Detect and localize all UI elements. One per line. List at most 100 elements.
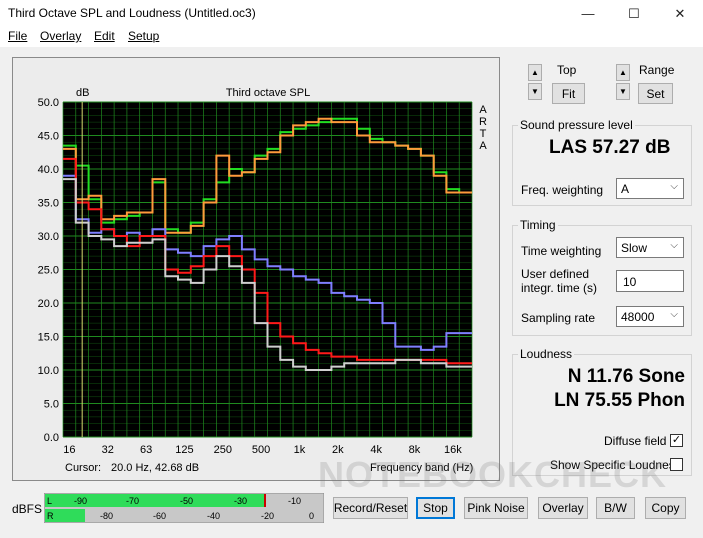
set-button[interactable]: Set <box>638 83 673 104</box>
menu-setup-label: Setup <box>128 29 160 43</box>
chevron-down-icon: ⌵ <box>670 240 678 251</box>
time-weighting-label: Time weighting <box>521 244 602 258</box>
minimize-icon: — <box>581 6 595 21</box>
sampling-rate-label: Sampling rate <box>521 311 596 325</box>
meter-l-tick: -30 <box>234 496 247 506</box>
meter-r-tick: -60 <box>153 511 166 521</box>
show-specific-checkbox[interactable] <box>670 458 683 471</box>
y-tick-label: 10.0 <box>38 365 59 377</box>
chart-right-letter-3: T <box>480 128 487 140</box>
minimize-button[interactable]: — <box>565 0 611 27</box>
top-up-button[interactable]: ▲ <box>528 64 542 81</box>
menu-edit-label: Edit <box>94 29 115 43</box>
y-tick-label: 0.0 <box>44 432 59 444</box>
x-tick-label: 2k <box>332 444 344 456</box>
y-tick-label: 5.0 <box>44 399 59 411</box>
x-tick-label: 125 <box>175 444 193 456</box>
freq-weighting-select[interactable]: A ⌵ <box>616 178 684 199</box>
level-meter: L R -90 -70 -50 -30 -10 -80 -60 -40 -20 0 <box>44 493 324 523</box>
chart-xlabel: Frequency band (Hz) <box>370 462 473 474</box>
sampling-rate-select[interactable]: 48000 ⌵ <box>616 306 684 327</box>
chart-title: Third octave SPL <box>226 87 310 99</box>
pink-noise-button[interactable]: Pink Noise <box>464 497 528 519</box>
y-tick-label: 15.0 <box>38 332 59 344</box>
spl-value: LAS 57.27 dB <box>549 137 671 158</box>
checkmark-icon: ✓ <box>671 434 682 446</box>
menu-setup[interactable]: Setup <box>128 29 159 43</box>
spl-group-title: Sound pressure level <box>518 118 635 132</box>
arrow-down-icon: ▼ <box>531 87 539 96</box>
spl-chart[interactable]: dB Third octave SPL A R T A 50.0 45.0 40.0… <box>13 58 501 482</box>
arrow-up-icon: ▲ <box>619 68 627 77</box>
x-tick-label: 16k <box>444 444 462 456</box>
x-tick-label: 63 <box>140 444 152 456</box>
x-tick-label: 250 <box>214 444 232 456</box>
x-tick-label: 500 <box>252 444 270 456</box>
menu-overlay[interactable]: Overlay <box>40 29 81 43</box>
freq-weighting-label: Freq. weighting <box>521 183 604 197</box>
fit-button[interactable]: Fit <box>552 83 585 104</box>
range-down-button[interactable]: ▼ <box>616 83 630 100</box>
loudness-group-title: Loudness <box>518 347 575 361</box>
close-button[interactable]: ✕ <box>657 0 703 27</box>
cursor-label: Cursor: <box>65 462 101 474</box>
range-label: Range <box>639 63 675 77</box>
menu-overlay-label: Overlay <box>40 29 82 43</box>
x-tick-label: 8k <box>409 444 421 456</box>
diffuse-field-label: Diffuse field <box>604 434 667 448</box>
meter-l-tick: -10 <box>288 496 301 506</box>
timing-group-title: Timing <box>518 218 558 232</box>
y-tick-label: 30.0 <box>38 231 59 243</box>
y-tick-label: 40.0 <box>38 164 59 176</box>
time-weighting-select[interactable]: Slow ⌵ <box>616 237 684 258</box>
meter-r-tick: 0 <box>309 511 314 521</box>
arrow-up-icon: ▲ <box>531 68 539 77</box>
chart-right-letter-2: R <box>479 116 487 128</box>
integration-time-value: 10 <box>623 275 637 289</box>
y-tick-label: 50.0 <box>38 97 59 109</box>
top-down-button[interactable]: ▼ <box>528 83 542 100</box>
show-specific-label: Show Specific Loudness <box>550 458 681 472</box>
user-defined-label-1: User defined <box>521 267 590 281</box>
meter-l-tick: -90 <box>74 496 87 506</box>
x-tick-label: 16 <box>63 444 75 456</box>
sampling-rate-value: 48000 <box>621 310 655 324</box>
chevron-down-icon: ⌵ <box>670 309 678 320</box>
menu-edit[interactable]: Edit <box>94 29 115 43</box>
x-tick-label: 4k <box>370 444 382 456</box>
integration-time-input[interactable]: 10 <box>616 270 684 292</box>
user-defined-label-2: integr. time (s) <box>521 281 598 295</box>
close-icon: ✕ <box>674 5 686 21</box>
arrow-down-icon: ▼ <box>619 87 627 96</box>
window-title: Third Octave SPL and Loudness (Untitled.… <box>8 6 256 20</box>
loudness-ln-value: LN 75.55 Phon <box>554 390 685 411</box>
dbfs-label: dBFS <box>12 502 43 516</box>
chevron-down-icon: ⌵ <box>670 181 678 192</box>
menu-bar: File Overlay Edit Setup <box>0 27 703 47</box>
meter-r-tick: -40 <box>207 511 220 521</box>
title-bar: Third Octave SPL and Loudness (Untitled.… <box>0 0 703 27</box>
meter-l-peak <box>264 494 266 507</box>
y-tick-label: 25.0 <box>38 265 59 277</box>
bw-button[interactable]: B/W <box>596 497 635 519</box>
plot-area: 50.0 45.0 40.0 35.0 30.0 25.0 20.0 15.0 10.0 5.0 0… <box>38 97 473 456</box>
time-weighting-value: Slow <box>621 241 648 255</box>
meter-l-tick: -50 <box>180 496 193 506</box>
record-reset-button[interactable]: Record/Reset <box>333 497 408 519</box>
y-tick-label: 35.0 <box>38 198 59 210</box>
meter-channel-l: L <box>47 496 52 506</box>
meter-channel-r: R <box>47 511 54 521</box>
x-tick-label: 32 <box>102 444 114 456</box>
cursor-value: 20.0 Hz, 42.68 dB <box>111 462 199 474</box>
stop-button[interactable]: Stop <box>416 497 455 519</box>
maximize-button[interactable]: ☐ <box>611 0 657 27</box>
overlay-button[interactable]: Overlay <box>538 497 588 519</box>
menu-file-label: File <box>8 29 28 43</box>
menu-file[interactable]: File <box>8 29 27 43</box>
chart-right-letter-1: A <box>479 104 487 116</box>
copy-button[interactable]: Copy <box>645 497 686 519</box>
x-tick-label: 1k <box>294 444 306 456</box>
range-up-button[interactable]: ▲ <box>616 64 630 81</box>
meter-r-tick: -80 <box>100 511 113 521</box>
diffuse-field-checkbox[interactable]: ✓ <box>670 434 683 447</box>
